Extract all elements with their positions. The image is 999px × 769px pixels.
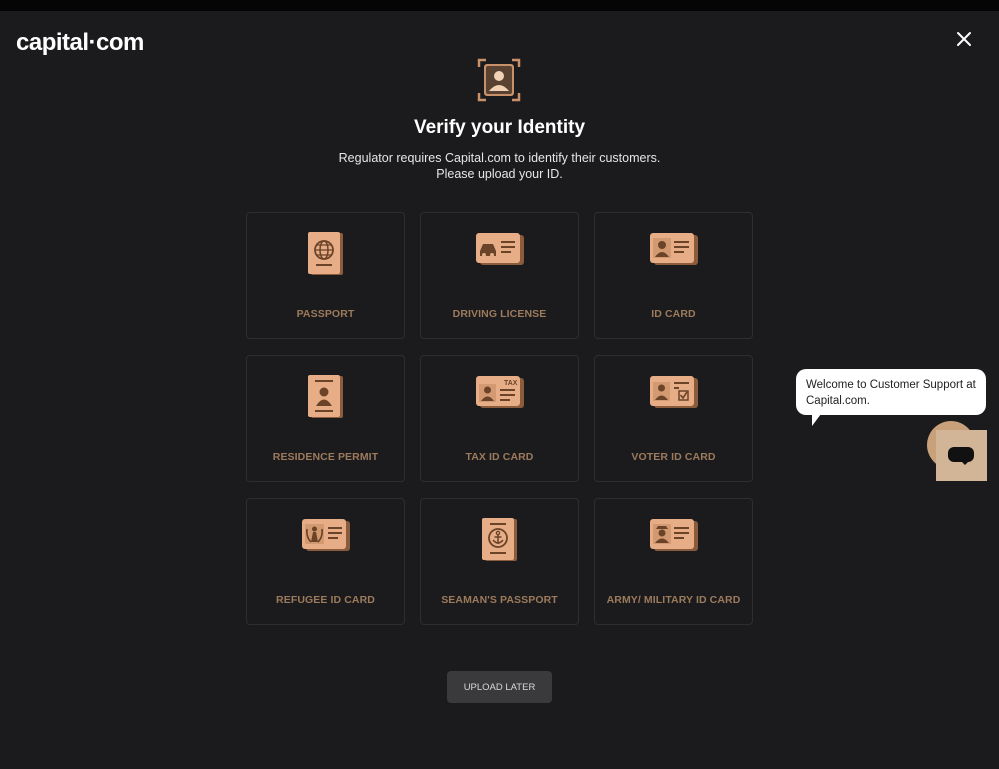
chat-icon: [948, 447, 974, 465]
tax-id-card-icon: TAX: [475, 376, 524, 408]
close-icon: [957, 32, 971, 46]
upload-later-button[interactable]: UPLOAD LATER: [447, 671, 552, 703]
residence-permit-icon: [307, 375, 343, 418]
svg-text:TAX: TAX: [504, 380, 518, 387]
document-card-refugee-id-card[interactable]: REFUGEE ID CARD: [246, 498, 405, 625]
document-card-voter-id-card[interactable]: VOTER ID CARD: [594, 355, 753, 482]
capital-logo[interactable]: capital·com: [16, 29, 144, 57]
document-card-label: RESIDENCE PERMIT: [272, 451, 379, 463]
close-button[interactable]: [952, 27, 976, 51]
document-card-tax-id-card[interactable]: TAX TAX ID CARD: [420, 355, 579, 482]
document-card-label: PASSPORT: [296, 308, 355, 320]
document-card-passport[interactable]: PASSPORT: [246, 212, 405, 339]
chat-launcher-button[interactable]: [936, 430, 987, 481]
document-card-label: SEAMAN'S PASSPORT: [441, 594, 558, 606]
driving-license-car-icon: [475, 233, 524, 265]
page-subtitle: Regulator requires Capital.com to identi…: [0, 150, 999, 182]
document-card-seamans-passport[interactable]: SEAMAN'S PASSPORT: [420, 498, 579, 625]
chat-bubble-tail: [812, 414, 821, 426]
chat-welcome-bubble[interactable]: Welcome to Customer Support at Capital.c…: [796, 369, 986, 415]
top-bar: [0, 0, 999, 11]
id-card-person-icon: [649, 233, 698, 265]
document-card-driving-license[interactable]: DRIVING LICENSE: [420, 212, 579, 339]
document-card-label: ID CARD: [651, 308, 696, 320]
document-card-label: TAX ID CARD: [465, 451, 534, 463]
document-card-label: VOTER ID CARD: [631, 451, 716, 463]
subtitle-line-2: Please upload your ID.: [436, 167, 563, 181]
voter-id-card-icon: [649, 376, 698, 408]
document-card-military-id-card[interactable]: ARMY/ MILITARY ID CARD: [594, 498, 753, 625]
document-card-id-card[interactable]: ID CARD: [594, 212, 753, 339]
subtitle-line-1: Regulator requires Capital.com to identi…: [338, 151, 661, 165]
document-card-label: DRIVING LICENSE: [452, 308, 547, 320]
user-id-frame-icon: [477, 58, 521, 102]
document-card-residence-permit[interactable]: RESIDENCE PERMIT: [246, 355, 405, 482]
seaman-passport-anchor-icon: [481, 518, 517, 561]
refugee-id-card-icon: [301, 519, 350, 551]
page-title: Verify your Identity: [413, 117, 586, 138]
document-card-label: REFUGEE ID CARD: [276, 594, 375, 606]
document-card-label: ARMY/ MILITARY ID CARD: [606, 594, 741, 606]
document-type-grid: PASSPORT DRIVING LICENSE ID CARD RESIDEN…: [246, 212, 753, 625]
military-id-card-icon: [649, 519, 698, 551]
passport-globe-icon: [307, 232, 343, 275]
